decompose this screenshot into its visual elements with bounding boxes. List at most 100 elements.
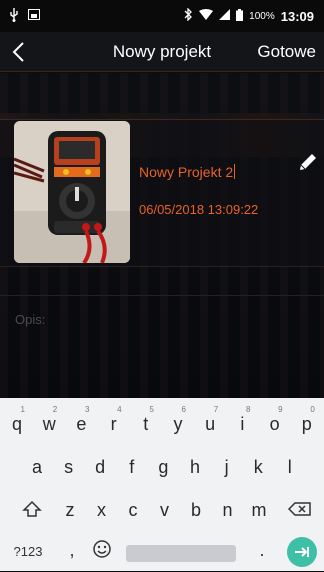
key-letter: k bbox=[253, 457, 263, 477]
key-x[interactable]: x bbox=[86, 490, 118, 526]
key-number-hint: 0 bbox=[310, 405, 315, 414]
key-n[interactable]: n bbox=[212, 490, 244, 526]
key-number-hint: 6 bbox=[181, 405, 186, 414]
done-button[interactable]: Gotowe bbox=[257, 42, 316, 62]
battery-percent: 100% bbox=[249, 10, 275, 22]
content-area: Nowy Projekt 2 06/05/2018 13:09:22 Opis: bbox=[0, 73, 324, 398]
key-letter: v bbox=[160, 500, 169, 520]
key-letter: t bbox=[143, 414, 149, 434]
key-letter: p bbox=[301, 414, 312, 434]
key-a[interactable]: a bbox=[21, 447, 53, 483]
project-date: 06/05/2018 13:09:22 bbox=[139, 202, 259, 217]
status-left bbox=[8, 7, 40, 25]
key-letter: u bbox=[205, 414, 216, 434]
key-letter: a bbox=[31, 457, 42, 477]
project-name-text: Nowy Projekt 2 bbox=[139, 164, 234, 180]
status-right: 100% 13:09 bbox=[184, 7, 314, 24]
key-letter: b bbox=[190, 500, 201, 520]
emoji-icon bbox=[93, 540, 111, 558]
key-h[interactable]: h bbox=[179, 447, 211, 483]
key-number-hint: 5 bbox=[149, 405, 154, 414]
key-q[interactable]: q1 bbox=[1, 404, 33, 440]
key-letter: s bbox=[64, 457, 74, 477]
wifi-icon bbox=[199, 9, 214, 23]
app-header: Nowy projekt Gotowe bbox=[0, 32, 324, 72]
status-bar: 100% 13:09 bbox=[0, 0, 324, 32]
symbols-key[interactable]: ?123 bbox=[8, 544, 48, 559]
key-letter: e bbox=[76, 414, 87, 434]
key-number-hint: 9 bbox=[278, 405, 283, 414]
key-m[interactable]: m bbox=[243, 490, 275, 526]
key-number-hint: 7 bbox=[213, 405, 219, 414]
key-b[interactable]: b bbox=[180, 490, 212, 526]
key-letter: q bbox=[11, 414, 22, 434]
keyboard-row-2: a s d f gh j k l bbox=[0, 447, 324, 487]
description-field[interactable]: Opis: bbox=[15, 312, 45, 327]
key-c[interactable]: c bbox=[117, 490, 149, 526]
key-letter: i bbox=[240, 414, 245, 434]
key-y[interactable]: y6 bbox=[162, 404, 194, 440]
key-u[interactable]: u7 bbox=[194, 404, 226, 440]
image-notification-icon bbox=[28, 9, 40, 23]
emoji-key[interactable] bbox=[90, 539, 114, 563]
key-letter: f bbox=[129, 457, 135, 477]
keyboard-row-1: q1w2e3r4t5y6u7i8o9p0 bbox=[0, 404, 324, 444]
key-z[interactable]: z bbox=[54, 490, 86, 526]
key-i[interactable]: i8 bbox=[226, 404, 258, 440]
keyboard-row-3: z x c v b nm bbox=[0, 490, 324, 530]
key-number-hint: 1 bbox=[20, 405, 25, 414]
project-photo[interactable] bbox=[14, 121, 130, 263]
backspace-icon bbox=[287, 502, 311, 516]
key-e[interactable]: e3 bbox=[65, 404, 97, 440]
key-letter: d bbox=[95, 457, 106, 477]
backspace-key[interactable] bbox=[286, 499, 314, 523]
shift-icon bbox=[22, 500, 42, 517]
key-letter: j bbox=[224, 457, 229, 477]
key-number-hint: 2 bbox=[52, 405, 58, 414]
key-r[interactable]: r4 bbox=[98, 404, 130, 440]
key-number-hint: 3 bbox=[84, 405, 90, 414]
key-letter: m bbox=[251, 500, 267, 520]
battery-icon bbox=[236, 8, 244, 24]
key-letter: h bbox=[189, 457, 200, 477]
key-letter: o bbox=[269, 414, 280, 434]
bluetooth-icon bbox=[184, 7, 193, 24]
shift-key[interactable] bbox=[20, 499, 44, 523]
key-w[interactable]: w2 bbox=[33, 404, 65, 440]
key-p[interactable]: p0 bbox=[291, 404, 323, 440]
enter-key[interactable] bbox=[287, 537, 317, 567]
key-s[interactable]: s bbox=[53, 447, 85, 483]
period-key[interactable]: . bbox=[252, 540, 272, 561]
next-arrow-icon bbox=[295, 547, 309, 557]
usb-icon bbox=[8, 7, 20, 25]
multimeter-photo-icon bbox=[14, 121, 130, 263]
space-key[interactable] bbox=[126, 545, 236, 562]
key-number-hint: 4 bbox=[117, 405, 122, 414]
project-card: Nowy Projekt 2 06/05/2018 13:09:22 bbox=[0, 119, 324, 267]
edit-pencil-icon[interactable] bbox=[297, 151, 319, 173]
key-letter: g bbox=[158, 457, 169, 477]
comma-key[interactable]: , bbox=[62, 540, 82, 561]
key-j[interactable]: j bbox=[211, 447, 243, 483]
key-letter: y bbox=[173, 414, 183, 434]
key-g[interactable]: g bbox=[147, 447, 179, 483]
project-name-field[interactable]: Nowy Projekt 2 bbox=[139, 164, 236, 180]
key-o[interactable]: o9 bbox=[259, 404, 291, 440]
key-number-hint: 8 bbox=[245, 405, 251, 414]
key-f[interactable]: f bbox=[116, 447, 148, 483]
signal-icon bbox=[219, 9, 231, 23]
key-letter: l bbox=[287, 457, 292, 477]
key-letter: x bbox=[97, 500, 106, 520]
description-divider bbox=[0, 295, 324, 296]
key-letter: n bbox=[222, 500, 233, 520]
key-letter: z bbox=[65, 500, 75, 520]
status-time: 13:09 bbox=[280, 8, 314, 24]
key-v[interactable]: v bbox=[149, 490, 181, 526]
key-t[interactable]: t5 bbox=[130, 404, 162, 440]
text-cursor bbox=[234, 164, 236, 179]
key-l[interactable]: l bbox=[274, 447, 306, 483]
key-k[interactable]: k bbox=[242, 447, 274, 483]
key-d[interactable]: d bbox=[84, 447, 116, 483]
key-letter: w bbox=[42, 414, 56, 434]
key-letter: r bbox=[110, 414, 117, 434]
